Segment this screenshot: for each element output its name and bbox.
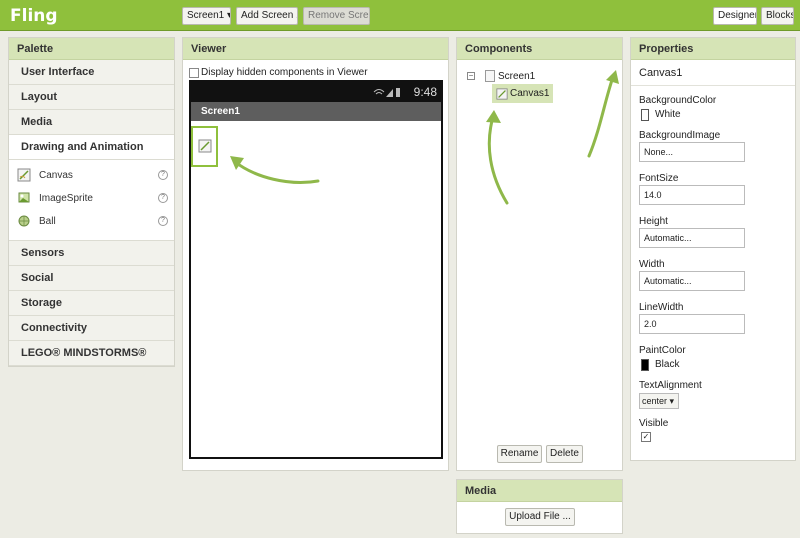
- app-title: Fling: [10, 6, 58, 26]
- paint-color-value[interactable]: Black: [655, 359, 679, 370]
- palette-item-label: ImageSprite: [39, 193, 93, 204]
- hidden-components-checkbox[interactable]: [189, 67, 199, 78]
- properties-component-name: Canvas1: [631, 60, 795, 86]
- prop-label-visible: Visible: [639, 418, 669, 429]
- visible-checkbox[interactable]: ✓: [641, 432, 651, 442]
- prop-label-paintcolor: PaintColor: [639, 345, 686, 356]
- status-bar: 9:48: [191, 82, 441, 102]
- canvas-icon: [17, 168, 31, 182]
- top-bar: Fling Screen1 ▾ Add Screen ... Remove Sc…: [0, 0, 800, 31]
- properties-panel: Properties Canvas1 BackgroundColor White…: [630, 37, 796, 461]
- category-layout[interactable]: Layout: [9, 85, 174, 110]
- palette-item-imagesprite[interactable]: ImageSprite ?: [9, 187, 174, 210]
- help-icon[interactable]: ?: [158, 170, 168, 180]
- paint-color-swatch[interactable]: [641, 359, 649, 371]
- width-input[interactable]: Automatic...: [639, 271, 745, 291]
- screen-icon: [485, 70, 495, 82]
- background-color-value[interactable]: White: [655, 109, 681, 120]
- screen-select[interactable]: Screen1 ▾: [182, 7, 231, 25]
- palette-item-label: Canvas: [39, 170, 73, 181]
- prop-label-backgroundcolor: BackgroundColor: [639, 95, 717, 106]
- category-media[interactable]: Media: [9, 110, 174, 135]
- remove-screen-button[interactable]: Remove Screen: [303, 7, 370, 25]
- tree-node-label: Canvas1: [510, 88, 550, 99]
- hidden-components-label: Display hidden components in Viewer: [201, 67, 368, 78]
- line-width-input[interactable]: 2.0: [639, 314, 745, 334]
- components-header: Components: [457, 38, 622, 60]
- category-storage[interactable]: Storage: [9, 291, 174, 316]
- screen-title-bar: Screen1: [191, 102, 441, 121]
- prop-label-textalignment: TextAlignment: [639, 380, 702, 391]
- category-user-interface[interactable]: User Interface: [9, 60, 174, 85]
- category-drawing-animation[interactable]: Drawing and Animation: [9, 135, 174, 160]
- prop-label-backgroundimage: BackgroundImage: [639, 130, 721, 141]
- component-tree: − Screen1: [467, 68, 535, 84]
- tree-node-screen1[interactable]: − Screen1: [467, 68, 535, 84]
- palette-item-canvas[interactable]: Canvas ?: [9, 164, 174, 187]
- text-alignment-select[interactable]: center ▾: [639, 393, 679, 409]
- prop-label-height: Height: [639, 216, 668, 227]
- add-screen-button[interactable]: Add Screen ...: [236, 7, 298, 25]
- palette-item-label: Ball: [39, 216, 56, 227]
- height-input[interactable]: Automatic...: [639, 228, 745, 248]
- font-size-input[interactable]: 14.0: [639, 185, 745, 205]
- category-sensors[interactable]: Sensors: [9, 241, 174, 266]
- background-image-input[interactable]: None...: [639, 142, 745, 162]
- components-panel: Components − Screen1 Canvas1 Rename Dele…: [456, 37, 623, 471]
- signal-icon: [373, 86, 401, 101]
- help-icon[interactable]: ?: [158, 216, 168, 226]
- upload-file-button[interactable]: Upload File ...: [505, 508, 575, 526]
- viewer-header: Viewer: [183, 38, 448, 60]
- viewer-panel: Viewer Display hidden components in View…: [182, 37, 449, 471]
- imagesprite-icon: [18, 192, 30, 203]
- tree-node-canvas1[interactable]: Canvas1: [492, 84, 554, 103]
- palette-header: Palette: [9, 38, 174, 60]
- palette-item-ball[interactable]: Ball ?: [9, 210, 174, 233]
- palette-panel: Palette User Interface Layout Media Draw…: [8, 37, 175, 367]
- rename-button[interactable]: Rename: [497, 445, 542, 463]
- canvas-icon: [198, 139, 212, 153]
- background-color-swatch[interactable]: [641, 109, 649, 121]
- designer-button[interactable]: Designer: [713, 7, 757, 25]
- phone-preview: 9:48 Screen1: [189, 80, 443, 459]
- properties-header: Properties: [631, 38, 795, 60]
- hidden-components-toggle[interactable]: Display hidden components in Viewer: [189, 67, 368, 78]
- canvas-component-preview[interactable]: [191, 126, 218, 167]
- prop-label-linewidth: LineWidth: [639, 302, 684, 313]
- canvas-icon: [496, 87, 508, 100]
- help-icon[interactable]: ?: [158, 193, 168, 203]
- category-social[interactable]: Social: [9, 266, 174, 291]
- delete-button[interactable]: Delete: [546, 445, 583, 463]
- media-header: Media: [457, 480, 622, 502]
- prop-label-fontsize: FontSize: [639, 173, 679, 184]
- status-time: 9:48: [413, 85, 437, 99]
- ball-icon: [18, 215, 30, 227]
- category-lego-mindstorms[interactable]: LEGO® MINDSTORMS®: [9, 341, 174, 366]
- collapse-icon[interactable]: −: [467, 72, 475, 80]
- category-connectivity[interactable]: Connectivity: [9, 316, 174, 341]
- prop-label-width: Width: [639, 259, 665, 270]
- media-panel: Media Upload File ...: [456, 479, 623, 534]
- blocks-button[interactable]: Blocks: [761, 7, 794, 25]
- tree-node-label: Screen1: [498, 70, 536, 82]
